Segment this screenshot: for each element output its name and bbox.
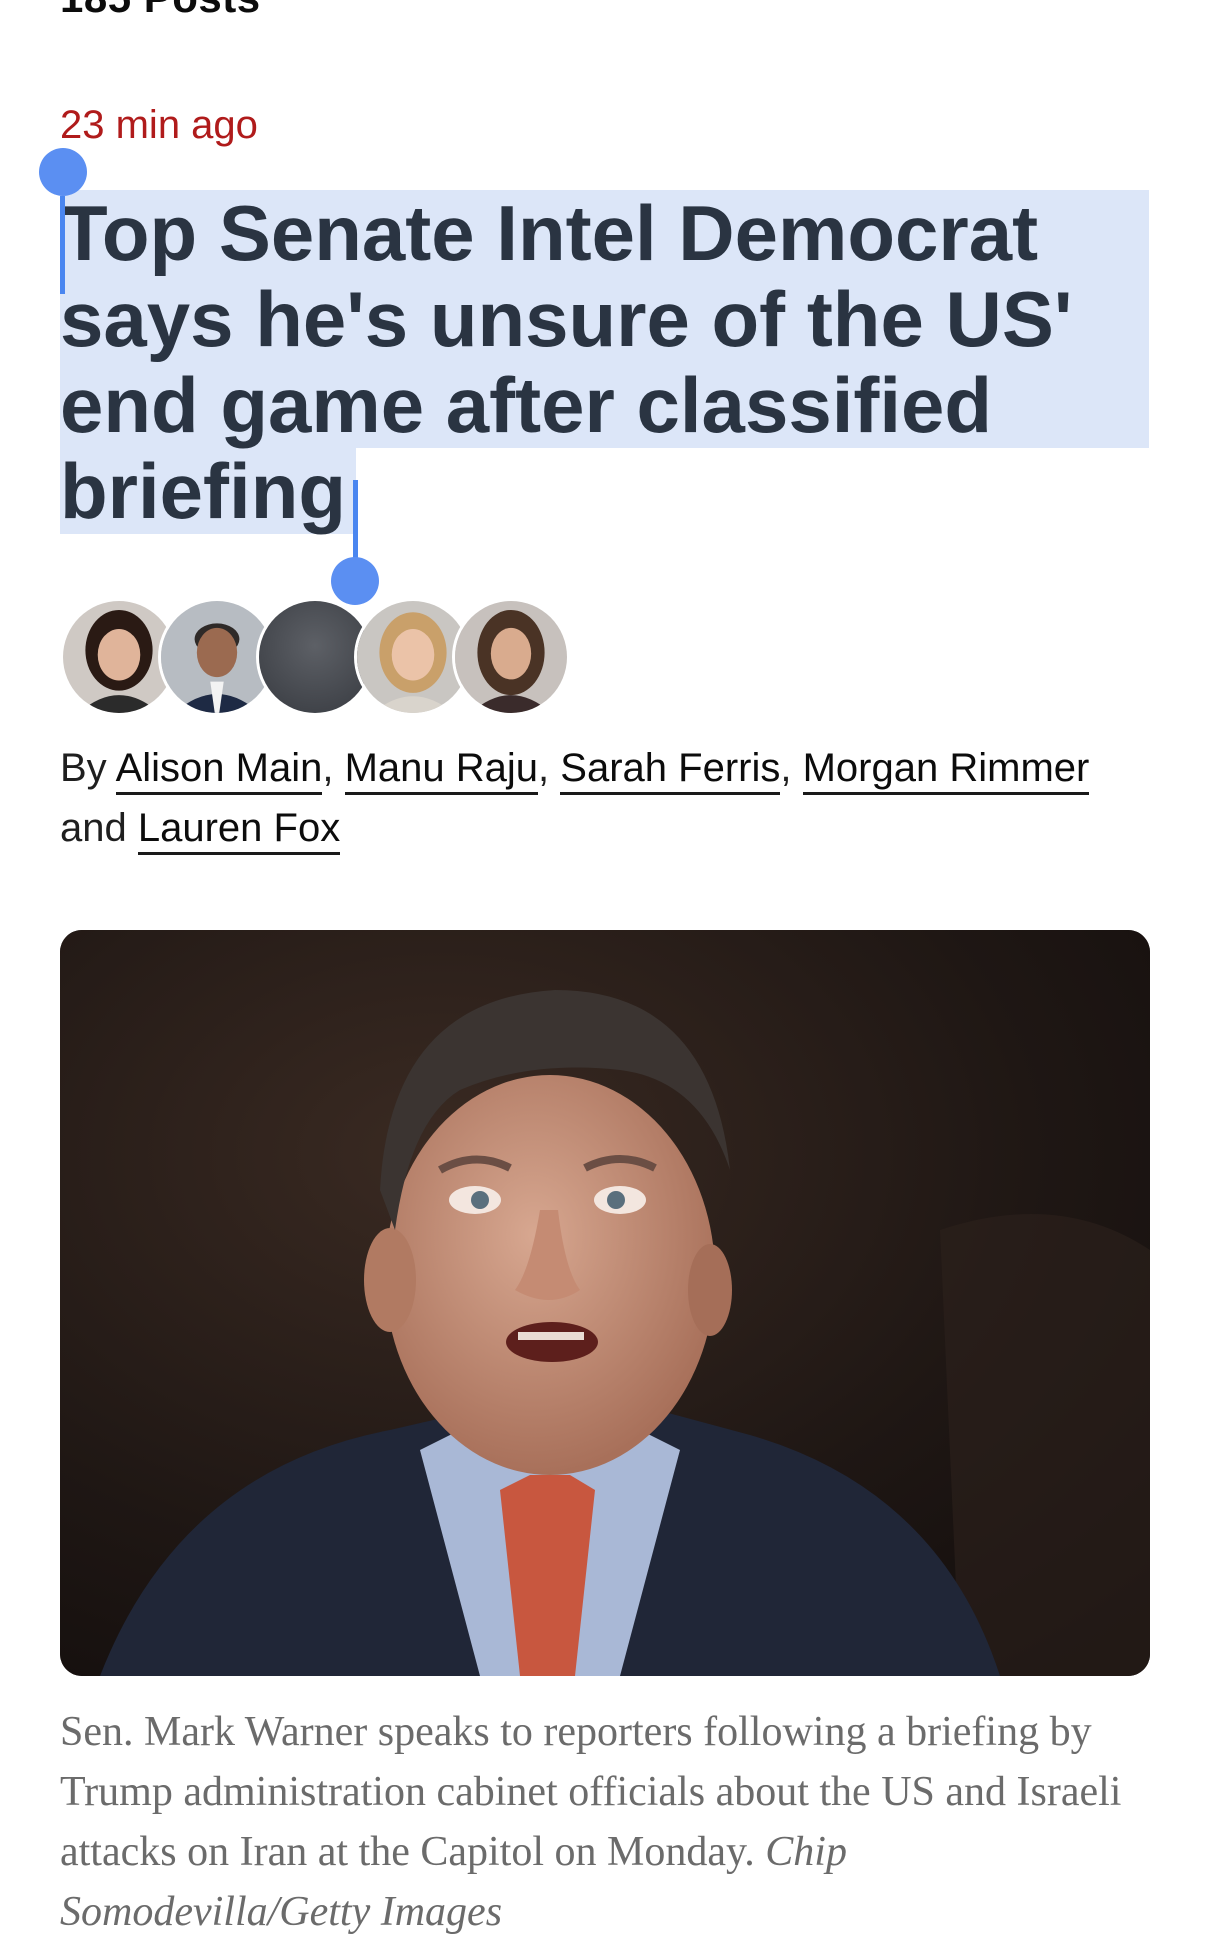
avatar[interactable] <box>452 598 570 716</box>
selection-start-handle[interactable] <box>39 148 87 196</box>
byline-prefix: By <box>60 746 107 790</box>
byline-and: and <box>60 806 127 850</box>
byline-separator: , <box>538 746 550 790</box>
headline-block[interactable]: Top Senate Intel Democrat says he's unsu… <box>60 190 1150 578</box>
post-timestamp: 23 min ago <box>60 103 258 147</box>
byline-separator: , <box>780 746 792 790</box>
selection-start-caret <box>60 196 65 294</box>
headline[interactable]: Top Senate Intel Democrat says he's unsu… <box>60 190 1150 534</box>
byline: By Alison Main, Manu Raju, Sarah Ferris,… <box>60 738 1120 858</box>
posts-count: 185 Posts <box>60 0 261 22</box>
article-photo[interactable] <box>60 930 1150 1676</box>
author-link-alison-main[interactable]: Alison Main <box>115 746 323 795</box>
author-avatars <box>60 598 580 718</box>
author-link-sarah-ferris[interactable]: Sarah Ferris <box>560 746 781 795</box>
photo-caption: Sen. Mark Warner speaks to reporters fol… <box>60 1702 1150 1942</box>
author-link-manu-raju[interactable]: Manu Raju <box>344 746 539 795</box>
byline-separator: , <box>322 746 334 790</box>
author-link-lauren-fox[interactable]: Lauren Fox <box>137 806 341 855</box>
author-photo-icon <box>455 601 567 713</box>
caption-text: Sen. Mark Warner speaks to reporters fol… <box>60 1709 1122 1875</box>
author-link-morgan-rimmer[interactable]: Morgan Rimmer <box>802 746 1090 795</box>
photo-of-speaker-icon <box>60 930 1150 1676</box>
